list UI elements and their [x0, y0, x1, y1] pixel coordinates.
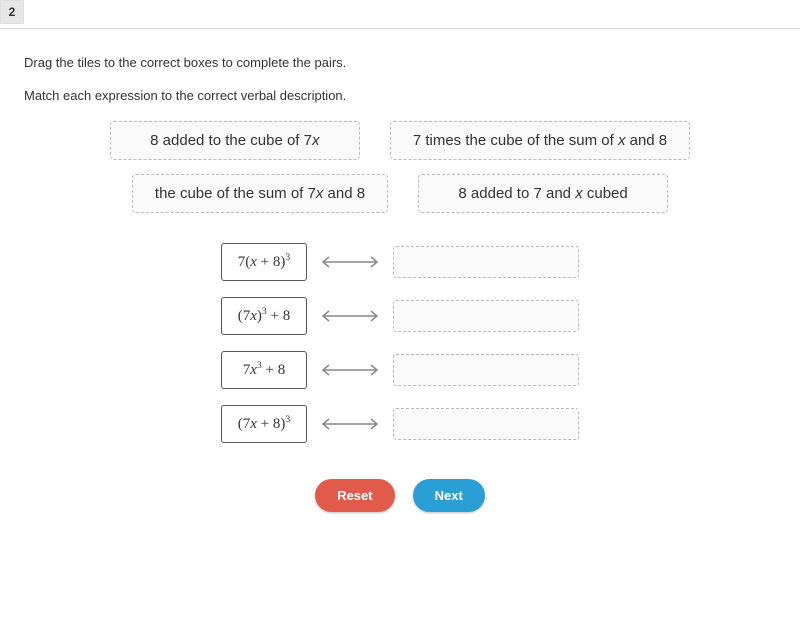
content-area: Drag the tiles to the correct boxes to c…: [0, 29, 800, 542]
pairs-area: 7(x + 8)3 (7x)3 + 8 7x3 + 8: [24, 243, 776, 443]
expression-paren-7x-plus-8-cubed: (7x + 8)3: [221, 405, 307, 443]
instruction-line-2: Match each expression to the correct ver…: [24, 88, 776, 103]
next-button[interactable]: Next: [413, 479, 485, 512]
tile-7-times-cube-of-sum-x-and-8[interactable]: 7 times the cube of the sum of x and 8: [390, 121, 690, 160]
tile-text-post: cubed: [583, 185, 628, 202]
tile-8-added-to-cube-of-7x[interactable]: 8 added to the cube of 7x: [110, 121, 360, 160]
tile-text: 7 times the cube of the sum of: [413, 132, 618, 149]
tile-text: 8 added to the cube of 7: [150, 132, 312, 149]
tile-text-post: and 8: [625, 132, 667, 149]
tiles-area: 8 added to the cube of 7x 7 times the cu…: [24, 121, 776, 213]
tile-text-post: and 8: [323, 185, 365, 202]
expression-7x-cubed-plus-8: 7x3 + 8: [221, 351, 307, 389]
drop-zone-2[interactable]: [393, 300, 579, 332]
expression-7-paren-x-plus-8-cubed: 7(x + 8)3: [221, 243, 307, 281]
tile-text: the cube of the sum of 7: [155, 185, 316, 202]
drop-zone-4[interactable]: [393, 408, 579, 440]
reset-button[interactable]: Reset: [315, 479, 394, 512]
arrow-icon: [319, 253, 381, 271]
arrow-icon: [319, 415, 381, 433]
tile-var: x: [575, 185, 583, 202]
tile-cube-of-sum-7x-and-8[interactable]: the cube of the sum of 7x and 8: [132, 174, 388, 213]
tile-8-added-to-7-and-x-cubed[interactable]: 8 added to 7 and x cubed: [418, 174, 668, 213]
pair-row-2: (7x)3 + 8: [221, 297, 579, 335]
tile-var: x: [312, 132, 320, 149]
drop-zone-1[interactable]: [393, 246, 579, 278]
question-number: 2: [0, 0, 24, 24]
arrow-icon: [319, 307, 381, 325]
pair-row-3: 7x3 + 8: [221, 351, 579, 389]
pair-row-4: (7x + 8)3: [221, 405, 579, 443]
drop-zone-3[interactable]: [393, 354, 579, 386]
instruction-line-1: Drag the tiles to the correct boxes to c…: [24, 55, 776, 70]
tile-row-2: the cube of the sum of 7x and 8 8 added …: [132, 174, 668, 213]
button-bar: Reset Next: [24, 479, 776, 512]
arrow-icon: [319, 361, 381, 379]
tile-row-1: 8 added to the cube of 7x 7 times the cu…: [110, 121, 690, 160]
pair-row-1: 7(x + 8)3: [221, 243, 579, 281]
tile-text: 8 added to 7 and: [458, 185, 575, 202]
expression-paren-7x-cubed-plus-8: (7x)3 + 8: [221, 297, 307, 335]
